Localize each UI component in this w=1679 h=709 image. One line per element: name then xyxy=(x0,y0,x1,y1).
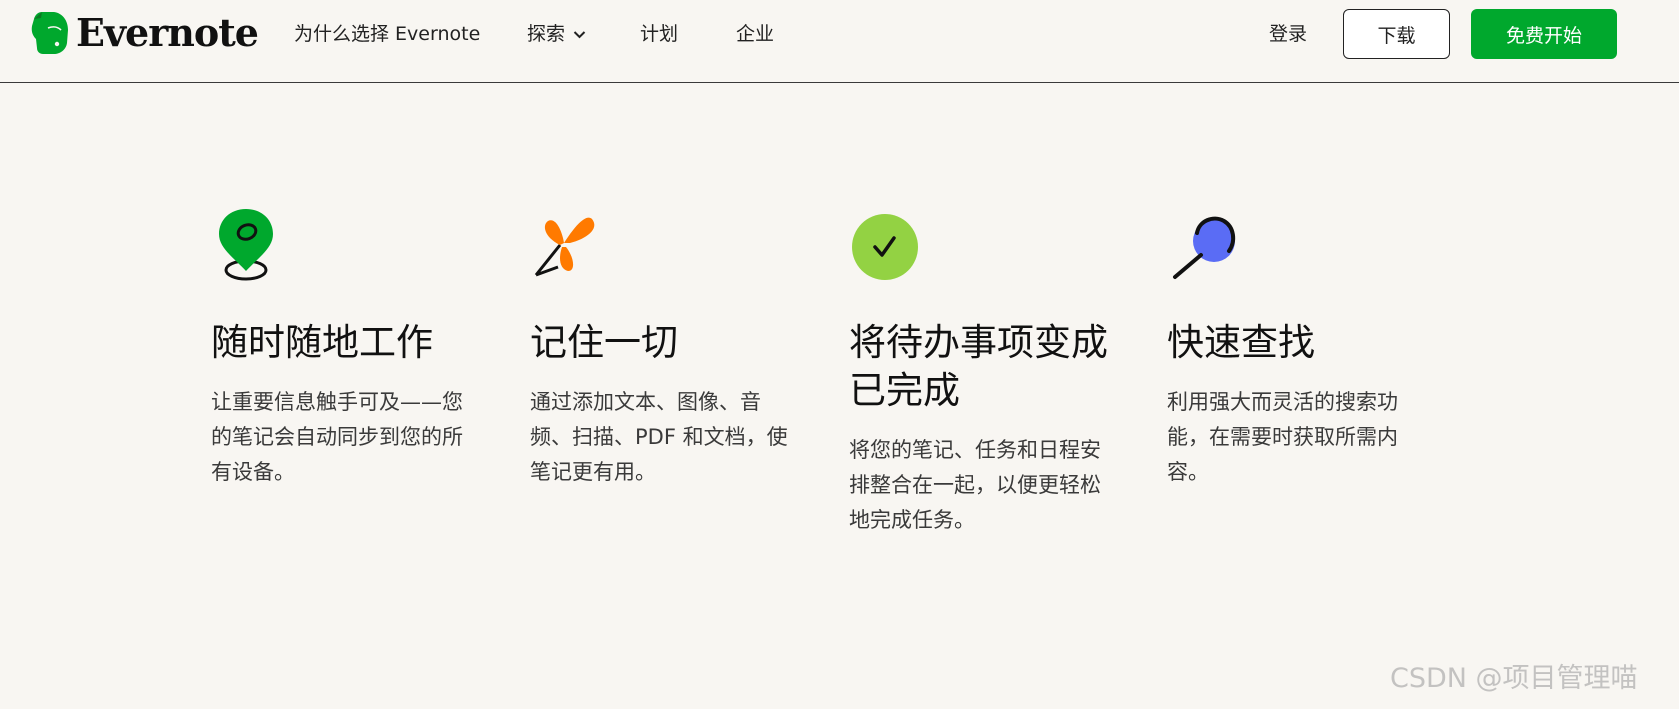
login-link[interactable]: 登录 xyxy=(1269,22,1307,46)
nav-explore[interactable]: 探索 xyxy=(527,22,586,46)
download-button[interactable]: 下载 xyxy=(1343,9,1450,59)
location-pin-icon xyxy=(219,209,273,281)
magnifier-icon xyxy=(1173,216,1236,279)
csdn-watermark: CSDN @项目管理喵 xyxy=(1390,663,1638,694)
nav-business[interactable]: 企业 xyxy=(736,22,774,46)
feature-title: 记住一切 xyxy=(530,321,678,364)
evernote-logo[interactable]: Evernote xyxy=(30,8,259,56)
feature-title: 随时随地工作 xyxy=(211,321,433,364)
start-free-button[interactable]: 免费开始 xyxy=(1471,9,1617,59)
feature-description: 利用强大而灵活的搜索功能，在需要时获取所需内容。 xyxy=(1167,390,1398,484)
chevron-down-icon xyxy=(573,30,586,38)
nav-plans[interactable]: 计划 xyxy=(640,22,678,46)
elephant-logo-icon xyxy=(31,12,69,54)
feature-description: 让重要信息触手可及——您的笔记会自动同步到您的所有设备。 xyxy=(211,390,463,484)
feature-find-fast: 快速查找 利用强大而灵活的搜索功能，在需要时获取所需内容。 xyxy=(1167,205,1422,490)
nav-explore-label: 探索 xyxy=(527,23,566,45)
feature-remember-everything: 记住一切 通过添加文本、图像、音频、扫描、PDF 和文档，使笔记更有用。 xyxy=(530,205,800,490)
feature-description: 将您的笔记、任务和日程安排整合在一起，以便更轻松地完成任务。 xyxy=(849,438,1101,532)
top-navigation-bar: Evernote 为什么选择 Evernote 探索 计划 企业 登录 下载 免… xyxy=(0,0,1679,83)
nav-why-evernote[interactable]: 为什么选择 Evernote xyxy=(294,22,480,46)
butterfly-clip-icon xyxy=(534,217,595,277)
feature-get-things-done: 将待办事项变成已完成 将您的笔记、任务和日程安排整合在一起，以便更轻松地完成任务… xyxy=(849,205,1109,538)
feature-title: 快速查找 xyxy=(1167,321,1315,364)
checkmark-circle-icon xyxy=(852,214,918,280)
feature-work-anywhere: 随时随地工作 让重要信息触手可及——您的笔记会自动同步到您的所有设备。 xyxy=(211,205,481,490)
feature-title: 将待办事项变成已完成 xyxy=(849,321,1108,412)
logo-wordmark: Evernote xyxy=(76,9,259,55)
feature-description: 通过添加文本、图像、音频、扫描、PDF 和文档，使笔记更有用。 xyxy=(530,390,788,484)
